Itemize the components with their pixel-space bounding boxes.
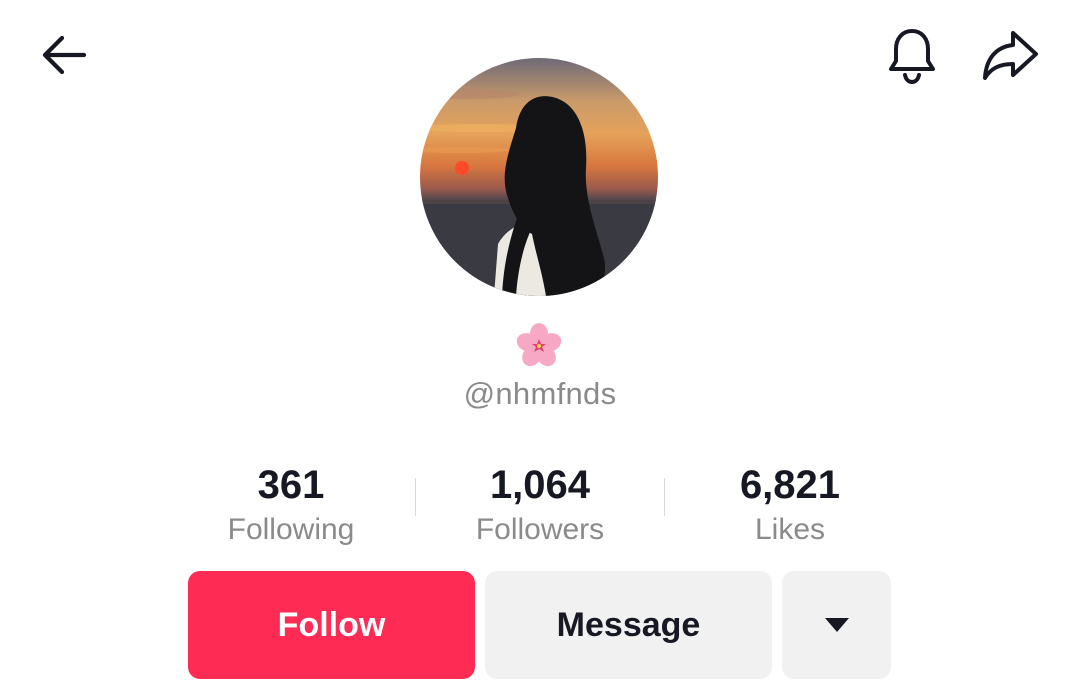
followers-stat[interactable]: 1,064 Followers <box>415 460 665 548</box>
share-button[interactable] <box>978 23 1042 87</box>
followers-count: 1,064 <box>489 463 591 507</box>
more-options-button[interactable] <box>782 571 891 679</box>
profile-stats: 361 Following 1,064 Followers 6,821 Like… <box>166 460 914 550</box>
stats-divider <box>415 478 416 516</box>
message-button[interactable]: Message <box>485 571 772 679</box>
following-stat[interactable]: 361 Following <box>166 460 416 548</box>
likes-stat[interactable]: 6,821 Likes <box>665 460 915 548</box>
back-button[interactable] <box>32 23 96 87</box>
profile-avatar[interactable] <box>420 58 658 296</box>
stats-divider <box>664 478 665 516</box>
follow-button[interactable]: Follow <box>188 571 475 679</box>
caret-down-icon <box>824 618 849 632</box>
username: @nhmfnds <box>463 376 617 411</box>
following-label: Following <box>227 513 355 546</box>
bell-icon <box>889 29 935 85</box>
cherry-blossom-icon <box>514 320 564 370</box>
notification-button[interactable] <box>880 23 944 87</box>
share-arrow-icon <box>983 31 1038 80</box>
arrow-left-icon <box>42 35 87 75</box>
following-count: 361 <box>257 463 325 507</box>
likes-count: 6,821 <box>739 463 841 507</box>
followers-label: Followers <box>475 513 605 546</box>
likes-label: Likes <box>754 513 826 546</box>
profile-page: @nhmfnds 361 Following 1,064 Followers 6… <box>0 0 1080 700</box>
